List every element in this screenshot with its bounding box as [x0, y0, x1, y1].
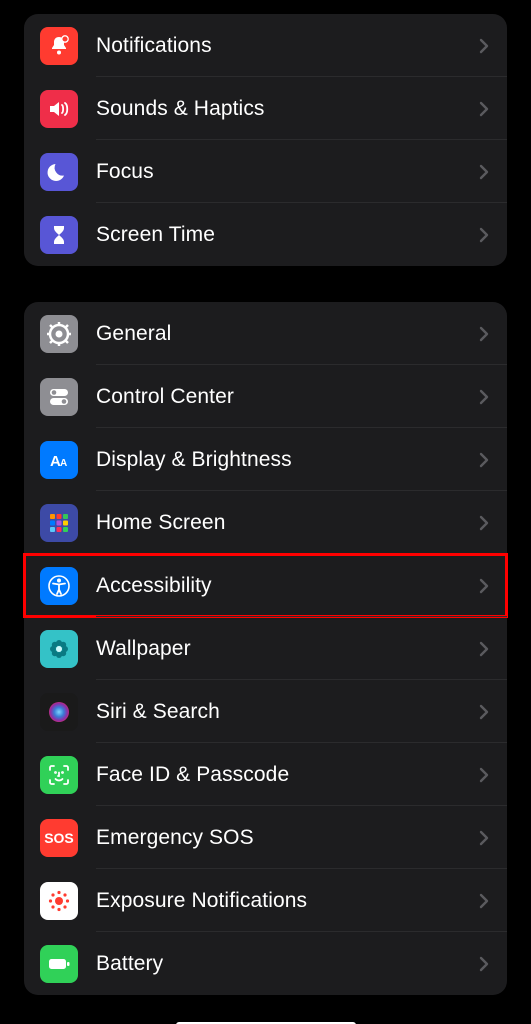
text-size-icon: AA: [40, 441, 78, 479]
sos-icon: SOS: [40, 819, 78, 857]
separator: [96, 616, 507, 617]
settings-row-label: Emergency SOS: [96, 826, 479, 850]
chevron-right-icon: [479, 164, 489, 180]
toggles-icon: [40, 378, 78, 416]
settings-row-label: Battery: [96, 952, 479, 976]
settings-row-focus[interactable]: Focus: [24, 140, 507, 203]
bell-badge-icon: [40, 27, 78, 65]
settings-row-label: General: [96, 322, 479, 346]
settings-row-label: Accessibility: [96, 574, 479, 598]
settings-row-general[interactable]: General: [24, 302, 507, 365]
settings-row-label: Screen Time: [96, 223, 479, 247]
settings-row-label: Exposure Notifications: [96, 889, 479, 913]
chevron-right-icon: [479, 326, 489, 342]
chevron-right-icon: [479, 641, 489, 657]
chevron-right-icon: [479, 767, 489, 783]
chevron-right-icon: [479, 956, 489, 972]
chevron-right-icon: [479, 830, 489, 846]
settings-row-emergency-sos[interactable]: SOS Emergency SOS: [24, 806, 507, 869]
moon-icon: [40, 153, 78, 191]
settings-row-home-screen[interactable]: Home Screen: [24, 491, 507, 554]
settings-group: Notifications Sounds & Haptics Focus Screen…: [24, 14, 507, 266]
face-id-icon: [40, 756, 78, 794]
settings-row-label: Home Screen: [96, 511, 479, 535]
settings-group: General Control Center AA Display & Brightn…: [24, 302, 507, 995]
chevron-right-icon: [479, 452, 489, 468]
gear-icon: [40, 315, 78, 353]
siri-icon: [40, 693, 78, 731]
settings-row-label: Notifications: [96, 34, 479, 58]
settings-row-label: Wallpaper: [96, 637, 479, 661]
chevron-right-icon: [479, 38, 489, 54]
app-grid-icon: [40, 504, 78, 542]
chevron-right-icon: [479, 578, 489, 594]
settings-row-screen-time[interactable]: Screen Time: [24, 203, 507, 266]
settings-row-control-center[interactable]: Control Center: [24, 365, 507, 428]
battery-icon: [40, 945, 78, 983]
settings-row-display-brightness[interactable]: AA Display & Brightness: [24, 428, 507, 491]
hourglass-icon: [40, 216, 78, 254]
settings-row-accessibility[interactable]: Accessibility: [24, 554, 507, 617]
svg-text:SOS: SOS: [44, 830, 74, 846]
settings-row-label: Focus: [96, 160, 479, 184]
settings-row-label: Display & Brightness: [96, 448, 479, 472]
chevron-right-icon: [479, 893, 489, 909]
settings-row-label: Face ID & Passcode: [96, 763, 479, 787]
chevron-right-icon: [479, 389, 489, 405]
settings-row-face-id-passcode[interactable]: Face ID & Passcode: [24, 743, 507, 806]
settings-row-wallpaper[interactable]: Wallpaper: [24, 617, 507, 680]
exposure-icon: [40, 882, 78, 920]
settings-screen: Notifications Sounds & Haptics Focus Screen…: [0, 14, 531, 1024]
accessibility-icon: [40, 567, 78, 605]
flower-icon: [40, 630, 78, 668]
chevron-right-icon: [479, 101, 489, 117]
settings-row-label: Siri & Search: [96, 700, 479, 724]
settings-row-label: Control Center: [96, 385, 479, 409]
settings-row-battery[interactable]: Battery: [24, 932, 507, 995]
chevron-right-icon: [479, 515, 489, 531]
speaker-icon: [40, 90, 78, 128]
settings-row-exposure-notifications[interactable]: Exposure Notifications: [24, 869, 507, 932]
svg-text:A: A: [60, 458, 67, 469]
settings-row-sounds-haptics[interactable]: Sounds & Haptics: [24, 77, 507, 140]
settings-row-label: Sounds & Haptics: [96, 97, 479, 121]
chevron-right-icon: [479, 704, 489, 720]
settings-row-notifications[interactable]: Notifications: [24, 14, 507, 77]
settings-row-siri-search[interactable]: Siri & Search: [24, 680, 507, 743]
chevron-right-icon: [479, 227, 489, 243]
